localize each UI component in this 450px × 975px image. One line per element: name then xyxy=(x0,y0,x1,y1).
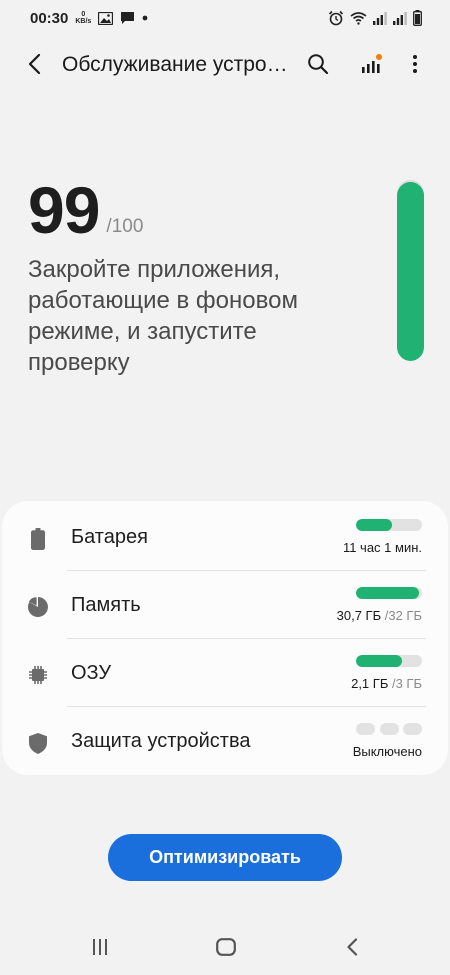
image-icon xyxy=(98,11,114,25)
battery-bar xyxy=(356,519,422,531)
wifi-icon xyxy=(350,11,367,25)
score-max: /100 xyxy=(106,216,144,237)
memory-chip-icon xyxy=(27,664,49,686)
status-card: Батарея 11 час 1 мин. Память 30,7 ГБ /32… xyxy=(2,501,448,775)
battery-icon xyxy=(413,10,422,26)
recents-icon xyxy=(91,938,109,961)
storage-pie-icon xyxy=(27,596,49,618)
status-time: 00:30 xyxy=(30,9,69,27)
net-speed: 0 KB/s xyxy=(75,11,92,25)
recents-button[interactable] xyxy=(85,936,115,962)
dot-icon xyxy=(142,15,148,21)
home-button[interactable] xyxy=(211,936,241,962)
divider xyxy=(67,570,426,571)
status-dot xyxy=(379,723,399,735)
search-icon xyxy=(307,53,329,80)
divider xyxy=(67,638,426,639)
signal-icon xyxy=(373,11,387,25)
device-protection-row[interactable]: Защита устройства Выключено xyxy=(2,708,448,776)
score-value: 99 xyxy=(28,173,100,247)
battery-icon xyxy=(27,528,49,550)
score-message: Закройте приложения, работающие в фоново… xyxy=(28,256,298,376)
storage-row[interactable]: Память 30,7 ГБ /32 ГБ xyxy=(2,572,448,640)
status-dot xyxy=(356,723,375,735)
battery-bar-fill xyxy=(356,519,393,531)
ram-label: ОЗУ xyxy=(71,662,112,684)
divider xyxy=(67,706,426,707)
message-icon xyxy=(120,11,135,25)
signal-icon xyxy=(393,11,407,25)
storage-value: 30,7 ГБ /32 ГБ xyxy=(336,608,422,623)
stats-button[interactable] xyxy=(359,53,383,80)
home-icon xyxy=(216,937,236,961)
more-options-button[interactable] xyxy=(403,54,427,78)
page-title: Обслуживание устройства xyxy=(62,53,294,76)
battery-label: Батарея xyxy=(71,526,148,548)
search-button[interactable] xyxy=(306,53,330,80)
navigation-bar xyxy=(0,925,450,975)
ram-row[interactable]: ОЗУ 2,1 ГБ /3 ГБ xyxy=(2,640,448,708)
toolbar: Обслуживание устройства xyxy=(0,44,450,88)
protection-status-dots xyxy=(356,723,422,735)
notification-badge xyxy=(376,53,382,60)
device-protection-value: Выключено xyxy=(352,744,422,759)
ram-value: 2,1 ГБ /3 ГБ xyxy=(351,676,422,691)
back-nav-icon xyxy=(346,937,358,961)
alarm-icon xyxy=(328,10,344,26)
score-bar xyxy=(397,180,424,361)
score-bar-fill xyxy=(397,181,424,361)
storage-bar-fill xyxy=(356,587,420,599)
battery-row[interactable]: Батарея 11 час 1 мин. xyxy=(2,504,448,572)
ram-bar xyxy=(356,655,422,667)
ram-bar-fill xyxy=(356,655,403,667)
score-display: 99 /100 xyxy=(28,172,143,248)
back-icon xyxy=(27,53,41,80)
storage-label: Память xyxy=(71,594,141,616)
stats-icon xyxy=(360,53,382,80)
shield-icon xyxy=(27,732,49,754)
more-icon xyxy=(412,53,418,80)
storage-bar xyxy=(356,587,422,599)
nav-back-button[interactable] xyxy=(337,936,367,962)
device-protection-label: Защита устройства xyxy=(71,730,251,752)
back-button[interactable] xyxy=(22,53,46,80)
optimize-button[interactable]: Оптимизировать xyxy=(108,834,342,881)
status-dot xyxy=(403,723,422,735)
battery-value: 11 час 1 мин. xyxy=(342,540,422,555)
status-bar: 00:30 0 KB/s xyxy=(0,0,450,36)
